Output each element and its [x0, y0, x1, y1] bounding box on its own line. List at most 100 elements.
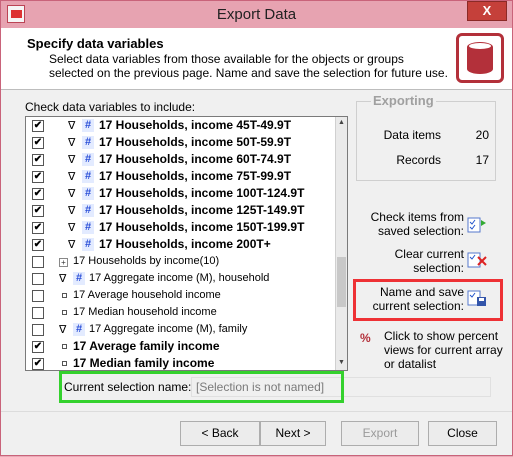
hash-icon: # — [82, 221, 94, 234]
list-item[interactable]: ✔ ∇ # 17 Households, income 125T-149.9T — [26, 203, 336, 220]
selection-name-label: Current selection name: — [64, 380, 192, 394]
data-items-label: Data items — [383, 128, 441, 142]
collapse-triangle-icon[interactable]: ∇ — [59, 272, 66, 285]
list-item-label: 17 Average family income — [73, 339, 220, 353]
exporting-legend: Exporting — [371, 93, 436, 108]
clear-list-icon[interactable] — [466, 249, 488, 271]
list-item-label: 17 Households, income 100T-124.9T — [99, 186, 305, 200]
collapse-triangle-icon[interactable]: ∇ — [68, 153, 75, 166]
collapse-triangle-icon[interactable]: ∇ — [68, 221, 75, 234]
collapse-triangle-icon[interactable]: ∇ — [68, 119, 75, 132]
leaf-square-icon — [62, 293, 67, 298]
hash-icon: # — [82, 204, 94, 217]
variables-list-label: Check data variables to include: — [25, 100, 196, 114]
data-items-value: 20 — [475, 128, 489, 142]
list-item[interactable]: ✔ ∇ # 17 Households, income 60T-74.9T — [26, 152, 336, 169]
export-data-dialog: Export Data X Specify data variables Sel… — [0, 0, 513, 456]
check-list-icon[interactable] — [466, 214, 488, 236]
checkbox[interactable] — [32, 273, 44, 285]
list-item-label: 17 Households by income(10) — [73, 255, 220, 267]
hash-icon: # — [82, 170, 94, 183]
list-item[interactable]: ✔ ∇ # 17 Households, income 200T+ — [26, 237, 336, 254]
wizard-header: Specify data variables Select data varia… — [1, 28, 512, 90]
scroll-up-icon[interactable]: ▲ — [338, 119, 345, 126]
leaf-square-icon — [62, 310, 67, 315]
records-label: Records — [396, 153, 441, 167]
list-item-label: 17 Households, income 75T-99.9T — [99, 169, 292, 183]
scroll-down-icon[interactable]: ▼ — [338, 359, 345, 366]
checkbox[interactable]: ✔ — [32, 137, 44, 149]
hash-icon: # — [82, 238, 94, 251]
list-item[interactable]: ✔ ∇ # 17 Households, income 100T-124.9T — [26, 186, 336, 203]
variables-list[interactable]: ✔ ∇ # 17 Households, income 45T-49.9T ✔ … — [25, 116, 348, 371]
list-item[interactable]: ∇ # 17 Aggregate income (M), household — [26, 271, 336, 288]
hash-icon: # — [73, 272, 85, 285]
list-item-label: 17 Households, income 45T-49.9T — [99, 118, 292, 132]
list-item-label: 17 Median household income — [73, 306, 217, 318]
list-item[interactable]: ✔ 17 Median family income — [26, 356, 336, 370]
collapse-triangle-icon[interactable]: ∇ — [68, 136, 75, 149]
list-scrollbar[interactable]: ▲ ▼ — [335, 117, 347, 370]
list-item[interactable]: ∇ # 17 Aggregate income (M), family — [26, 322, 336, 339]
checkbox[interactable]: ✔ — [32, 239, 44, 251]
hash-icon: # — [82, 136, 94, 149]
back-button[interactable]: < Back — [180, 421, 260, 446]
list-item-label: 17 Households, income 50T-59.9T — [99, 135, 292, 149]
expand-plus-icon[interactable]: + — [59, 258, 68, 267]
leaf-square-icon — [62, 361, 67, 366]
button-bar: < Back Next > Export Close — [1, 411, 512, 457]
close-window-button[interactable]: X — [467, 1, 507, 21]
scrollbar-thumb[interactable] — [337, 257, 346, 307]
checkbox[interactable]: ✔ — [32, 205, 44, 217]
close-button[interactable]: Close — [428, 421, 497, 446]
hash-icon: # — [82, 153, 94, 166]
checkbox[interactable]: ✔ — [32, 154, 44, 166]
list-item[interactable]: + 17 Households by income(10) — [26, 254, 336, 271]
collapse-triangle-icon[interactable]: ∇ — [68, 187, 75, 200]
percent-icon[interactable]: % — [360, 331, 371, 345]
clear-selection-label: Clear current selection: — [394, 247, 464, 275]
hash-icon: # — [73, 323, 85, 336]
list-item-label: 17 Average household income — [73, 289, 221, 301]
list-item[interactable]: 17 Median household income — [26, 305, 336, 322]
checkbox[interactable]: ✔ — [32, 358, 44, 370]
records-value: 17 — [475, 153, 489, 167]
page-title: Specify data variables — [27, 36, 164, 51]
list-item[interactable]: ✔ ∇ # 17 Households, income 50T-59.9T — [26, 135, 336, 152]
collapse-triangle-icon[interactable]: ∇ — [68, 238, 75, 251]
check-saved-selection-label: Check items from saved selection: — [370, 210, 464, 238]
title-bar[interactable]: Export Data X — [1, 1, 512, 28]
checkbox[interactable]: ✔ — [32, 171, 44, 183]
checkbox[interactable]: ✔ — [32, 120, 44, 132]
checkbox[interactable]: ✔ — [32, 222, 44, 234]
collapse-triangle-icon[interactable]: ∇ — [68, 170, 75, 183]
export-button[interactable]: Export — [341, 421, 419, 446]
list-item[interactable]: ✔ ∇ # 17 Households, income 75T-99.9T — [26, 169, 336, 186]
list-item[interactable]: ✔ ∇ # 17 Households, income 150T-199.9T — [26, 220, 336, 237]
list-item-label: 17 Aggregate income (M), family — [89, 323, 248, 335]
list-item-label: 17 Median family income — [73, 356, 215, 370]
checkbox[interactable]: ✔ — [32, 341, 44, 353]
checkbox[interactable] — [32, 256, 44, 268]
page-description: Select data variables from those availab… — [49, 52, 448, 80]
next-button[interactable]: Next > — [260, 421, 326, 446]
checkbox[interactable] — [32, 290, 44, 302]
database-icon — [456, 33, 504, 83]
list-item-label: 17 Households, income 125T-149.9T — [99, 203, 305, 217]
list-item[interactable]: 17 Average household income — [26, 288, 336, 305]
checkbox[interactable] — [32, 307, 44, 319]
list-item[interactable]: ✔ 17 Average family income — [26, 339, 336, 356]
collapse-triangle-icon[interactable]: ∇ — [59, 323, 66, 336]
window-title: Export Data — [216, 6, 297, 23]
save-list-icon[interactable] — [466, 287, 488, 309]
hash-icon: # — [82, 119, 94, 132]
percent-views-label: Click to show percent views for current … — [384, 329, 503, 371]
checkbox[interactable] — [32, 324, 44, 336]
list-item[interactable]: ✔ ∇ # 17 Households, income 45T-49.9T — [26, 118, 336, 135]
checkbox[interactable]: ✔ — [32, 188, 44, 200]
list-item-label: 17 Households, income 60T-74.9T — [99, 152, 292, 166]
list-item-label: 17 Aggregate income (M), household — [89, 272, 270, 284]
list-item-label: 17 Households, income 200T+ — [99, 237, 271, 251]
hash-icon: # — [82, 187, 94, 200]
collapse-triangle-icon[interactable]: ∇ — [68, 204, 75, 217]
